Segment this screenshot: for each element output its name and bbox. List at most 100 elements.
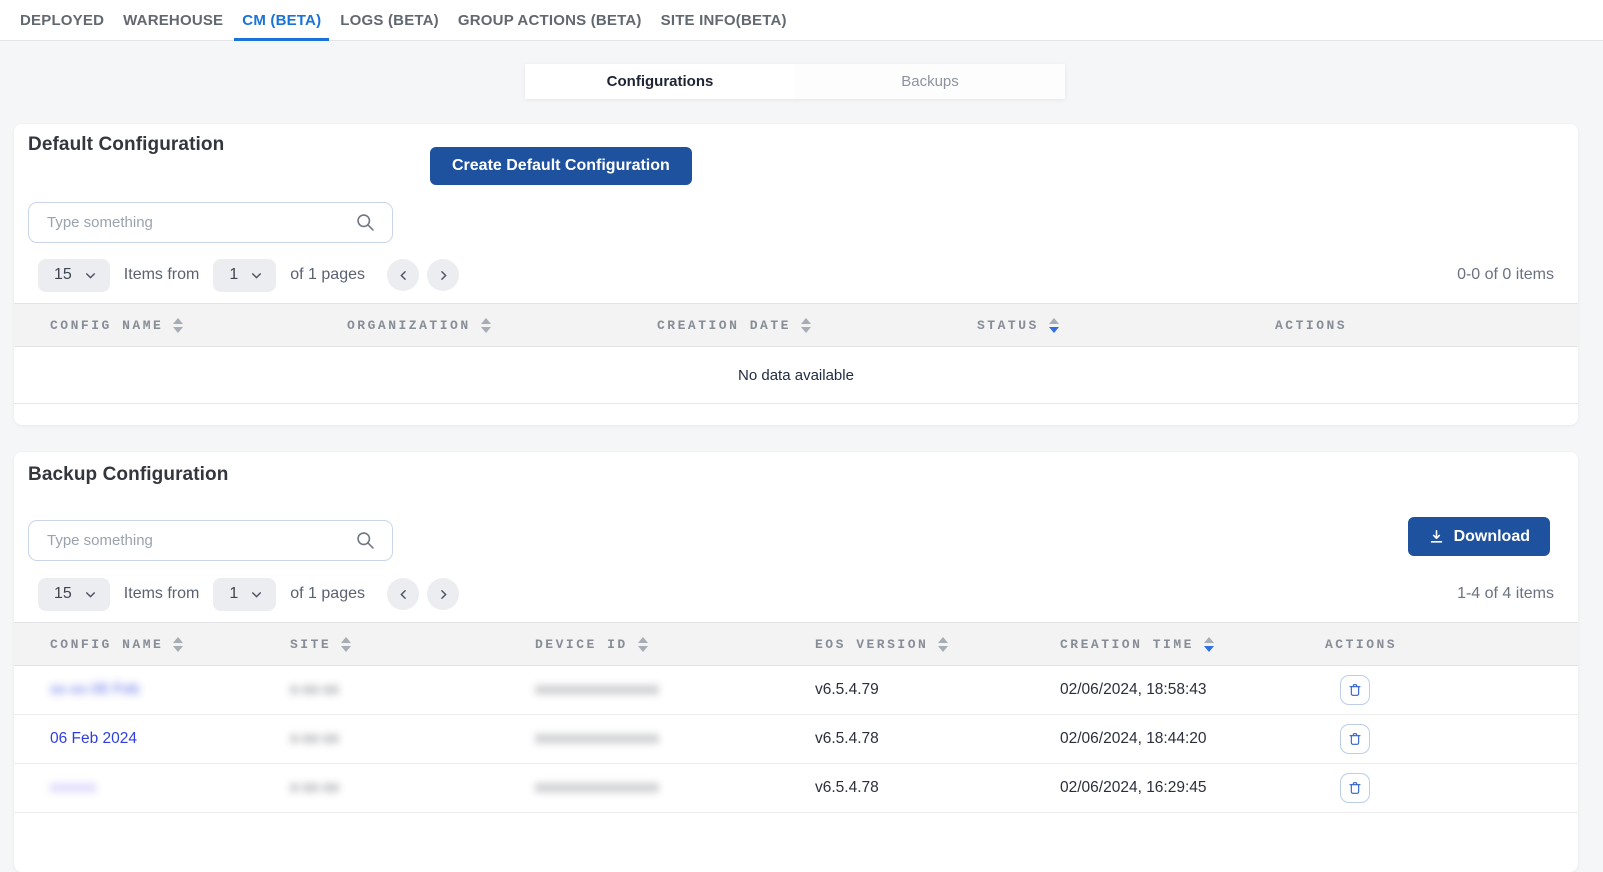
sort-arrows-icon[interactable] xyxy=(341,637,351,652)
sort-arrows-icon[interactable] xyxy=(938,637,948,652)
chevron-down-icon xyxy=(250,588,263,601)
eos-version-cell: v6.5.4.78 xyxy=(815,730,1060,748)
create-default-configuration-button[interactable]: Create Default Configuration xyxy=(430,147,692,185)
tab-warehouse[interactable]: WAREHOUSE xyxy=(123,0,223,41)
config-link[interactable]: 06 Feb 2024 xyxy=(50,730,290,748)
of-pages-label: of 1 pages xyxy=(290,266,365,284)
sort-arrows-icon[interactable] xyxy=(481,318,491,333)
default-pagination-row: 15 Items from 1 of 1 pages 0-0 of 0 item… xyxy=(38,258,1554,292)
column-label: ACTIONS xyxy=(1325,637,1397,652)
page-size-select[interactable]: 15 xyxy=(38,259,110,292)
column-config-name: CONFIG NAME xyxy=(50,637,290,652)
sort-arrows-icon[interactable] xyxy=(801,318,811,333)
column-creation-time: CREATION TIME xyxy=(1060,637,1325,652)
config-link[interactable]: xx-xx-06 Feb xyxy=(50,681,290,699)
eos-version-cell: v6.5.4.79 xyxy=(815,681,1060,699)
page-size-select[interactable]: 15 xyxy=(38,578,110,611)
trash-icon xyxy=(1347,780,1363,796)
creation-time-cell: 02/06/2024, 18:58:43 xyxy=(1060,681,1325,699)
column-label: CONFIG NAME xyxy=(50,318,163,333)
of-pages-label: of 1 pages xyxy=(290,585,365,603)
column-device-id: DEVICE ID xyxy=(535,637,815,652)
chevron-down-icon xyxy=(84,269,97,282)
device-id-cell: xxxxxxxxxxxxxxxx xyxy=(535,681,815,699)
creation-time-cell: 02/06/2024, 18:44:20 xyxy=(1060,730,1325,748)
default-configuration-card: Default Configuration Create Default Con… xyxy=(14,124,1578,425)
column-label: CREATION DATE xyxy=(657,318,791,333)
tab-group-actions-beta[interactable]: GROUP ACTIONS (BETA) xyxy=(458,0,642,41)
tab-logs-beta[interactable]: LOGS (BETA) xyxy=(340,0,439,41)
default-configuration-title: Default Configuration xyxy=(28,134,224,156)
items-from-label: Items from xyxy=(124,266,200,284)
next-page-button[interactable] xyxy=(427,259,459,291)
default-table-header: CONFIG NAME ORGANIZATION CREATION DATE S… xyxy=(14,303,1578,347)
backup-search-input[interactable] xyxy=(29,532,355,549)
sort-arrows-icon[interactable] xyxy=(173,637,183,652)
backup-configuration-title: Backup Configuration xyxy=(28,464,228,486)
view-toggle: Configurations Backups xyxy=(525,64,1065,99)
device-id-cell: xxxxxxxxxxxxxxxx xyxy=(535,730,815,748)
site-cell: x-xx-xx xyxy=(290,779,535,797)
delete-button[interactable] xyxy=(1340,724,1370,754)
backup-configuration-card: Backup Configuration Download 15 Items f… xyxy=(14,452,1578,872)
tab-deployed[interactable]: DEPLOYED xyxy=(20,0,104,41)
column-label: SITE xyxy=(290,637,331,652)
chevron-left-icon xyxy=(397,269,410,282)
table-row: xx-xx-06 Feb x-xx-xx xxxxxxxxxxxxxxxx v6… xyxy=(14,666,1578,715)
download-icon xyxy=(1428,528,1445,545)
site-cell: x-xx-xx xyxy=(290,730,535,748)
delete-button[interactable] xyxy=(1340,773,1370,803)
column-label: STATUS xyxy=(977,318,1039,333)
next-page-button[interactable] xyxy=(427,578,459,610)
page-nav-group xyxy=(387,578,459,610)
column-actions: ACTIONS xyxy=(1275,318,1578,333)
creation-time-cell: 02/06/2024, 16:29:45 xyxy=(1060,779,1325,797)
default-search-input[interactable] xyxy=(29,214,355,231)
delete-button[interactable] xyxy=(1340,675,1370,705)
table-row: 06 Feb 2024 x-xx-xx xxxxxxxxxxxxxxxx v6.… xyxy=(14,715,1578,764)
items-range-label: 0-0 of 0 items xyxy=(1457,266,1554,284)
sort-arrows-icon[interactable] xyxy=(638,637,648,652)
cm-beta-page: DEPLOYED WAREHOUSE CM (BETA) LOGS (BETA)… xyxy=(0,0,1603,831)
table-row: xxxxxx x-xx-xx xxxxxxxxxxxxxxxx v6.5.4.7… xyxy=(14,764,1578,813)
backup-pagination-row: 15 Items from 1 of 1 pages 1-4 of 4 item… xyxy=(38,577,1554,611)
column-label: DEVICE ID xyxy=(535,637,628,652)
backup-table-header: CONFIG NAME SITE DEVICE ID EOS VERSION C… xyxy=(14,622,1578,666)
create-default-configuration-label: Create Default Configuration xyxy=(452,157,670,175)
chevron-down-icon xyxy=(250,269,263,282)
prev-page-button[interactable] xyxy=(387,259,419,291)
page-number-select[interactable]: 1 xyxy=(213,259,276,292)
chevron-right-icon xyxy=(437,588,450,601)
page-number-value: 1 xyxy=(229,585,238,603)
site-cell: x-xx-xx xyxy=(290,681,535,699)
trash-icon xyxy=(1347,731,1363,747)
page-number-select[interactable]: 1 xyxy=(213,578,276,611)
backup-search-box xyxy=(28,520,393,561)
column-label: CREATION TIME xyxy=(1060,637,1194,652)
column-eos-version: EOS VERSION xyxy=(815,637,1060,652)
tab-cm-beta[interactable]: CM (BETA) xyxy=(234,0,329,41)
toggle-backups[interactable]: Backups xyxy=(795,64,1065,99)
column-label: CONFIG NAME xyxy=(50,637,163,652)
toggle-configurations[interactable]: Configurations xyxy=(525,64,795,99)
tab-site-info-beta[interactable]: SITE INFO(BETA) xyxy=(661,0,787,41)
column-status: STATUS xyxy=(977,318,1275,333)
top-tab-bar: DEPLOYED WAREHOUSE CM (BETA) LOGS (BETA)… xyxy=(0,0,1603,41)
page-size-value: 15 xyxy=(54,266,72,284)
config-link[interactable]: xxxxxx xyxy=(50,779,290,797)
sort-arrows-icon[interactable] xyxy=(1049,318,1059,333)
search-icon[interactable] xyxy=(355,530,376,551)
column-organization: ORGANIZATION xyxy=(347,318,657,333)
column-config-name: CONFIG NAME xyxy=(50,318,347,333)
prev-page-button[interactable] xyxy=(387,578,419,610)
download-button[interactable]: Download xyxy=(1408,517,1550,556)
search-icon[interactable] xyxy=(355,212,376,233)
column-label: ORGANIZATION xyxy=(347,318,471,333)
items-range-label: 1-4 of 4 items xyxy=(1457,585,1554,603)
default-search-box xyxy=(28,202,393,243)
column-creation-date: CREATION DATE xyxy=(657,318,977,333)
sort-arrows-icon[interactable] xyxy=(173,318,183,333)
column-actions: ACTIONS xyxy=(1325,637,1578,652)
column-label: EOS VERSION xyxy=(815,637,928,652)
sort-arrows-icon[interactable] xyxy=(1204,637,1214,652)
